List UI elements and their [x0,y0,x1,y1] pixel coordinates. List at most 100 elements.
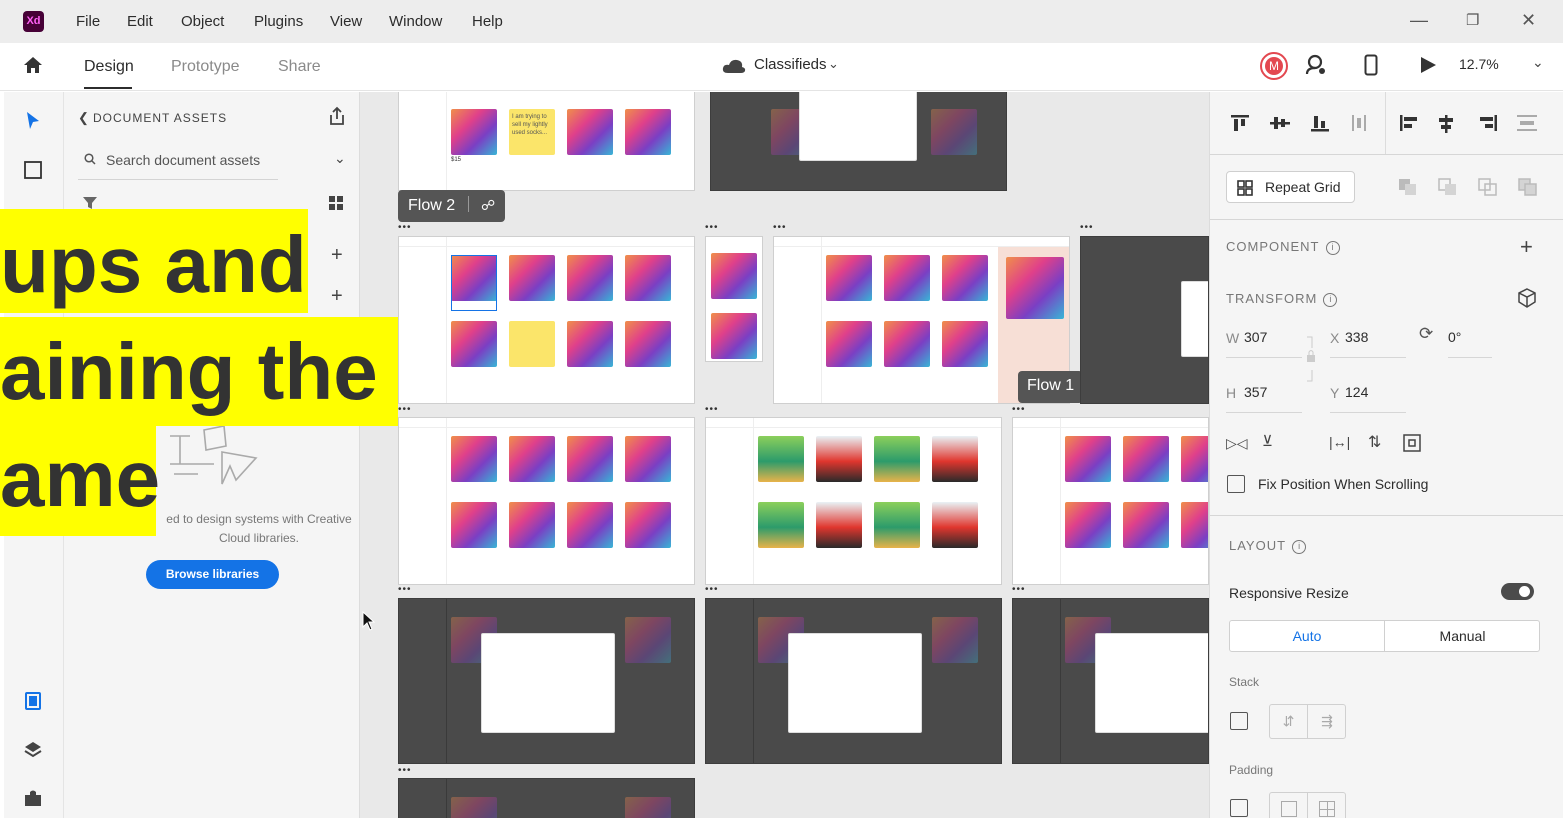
align-left-icon[interactable] [1399,114,1419,132]
avatar[interactable]: M [1260,52,1288,80]
menu-object[interactable]: Object [181,13,224,30]
browse-libraries-button[interactable]: Browse libraries [146,560,279,589]
flip-horizontal-icon[interactable]: ▷◁ [1226,435,1248,452]
filter-icon[interactable] [82,196,98,210]
artboard-create-listing[interactable] [398,598,695,764]
lock-aspect-icon[interactable] [1306,336,1316,382]
info-icon[interactable]: i [1292,540,1307,554]
tab-prototype[interactable]: Prototype [171,58,239,76]
minimize-icon[interactable]: — [1410,10,1428,31]
align-right-icon[interactable] [1478,114,1498,132]
artboard-menu-dots[interactable]: ••• [398,222,412,233]
artboard-menu-dots[interactable]: ••• [773,222,787,233]
zoom-chevron-icon[interactable]: ⌄ [1532,54,1544,71]
repeat-grid-button[interactable]: Repeat Grid [1226,171,1355,203]
plugins-icon[interactable] [23,789,43,807]
search-options-chevron-icon[interactable]: ⌄ [334,150,346,167]
grid-view-icon[interactable] [329,196,343,210]
width-field[interactable]: 307 [1244,329,1267,345]
menu-window[interactable]: Window [389,13,442,30]
y-position-field[interactable]: 124 [1345,384,1368,400]
align-top-icon[interactable] [1230,114,1250,132]
rotation-field[interactable]: 0° [1448,329,1461,345]
align-bottom-icon[interactable] [1310,114,1330,132]
zoom-level[interactable]: 12.7% [1459,56,1499,72]
artboard-menu-dots[interactable]: ••• [705,404,719,415]
manual-option[interactable]: Manual [1385,621,1540,651]
design-canvas[interactable]: I am trying to sell my lightly used sock… [360,92,1209,818]
stack-vertical-icon[interactable]: ⇵ [1270,705,1308,738]
padding-uniform-icon[interactable] [1270,793,1308,818]
align-middle-icon[interactable] [1269,114,1291,132]
tab-share[interactable]: Share [278,58,321,76]
artboard-listing[interactable] [398,417,695,585]
artboard-create-listing[interactable] [705,598,1002,764]
fit-height-icon[interactable]: ⇅ [1368,432,1381,452]
auto-option[interactable]: Auto [1230,621,1385,651]
search-input[interactable]: Search document assets [78,144,278,180]
artboard-menu-dots[interactable]: ••• [1080,222,1094,233]
artboard-create-listing[interactable] [1012,598,1209,764]
add-character-style-icon[interactable]: + [331,285,343,308]
artboard[interactable] [398,778,695,818]
add-color-icon[interactable]: + [331,244,343,267]
artboard-menu-dots[interactable]: ••• [398,765,412,776]
distribute-vertical-icon[interactable] [1351,114,1367,132]
artboard-menu-dots[interactable]: ••• [705,222,719,233]
menu-file[interactable]: File [76,13,100,30]
add-component-icon[interactable]: + [1520,234,1533,260]
boolean-intersect-icon[interactable] [1478,178,1498,196]
artboard[interactable]: I am trying to sell my lightly used sock… [398,92,695,191]
artboard[interactable] [1080,236,1209,404]
artboard-toys[interactable] [705,417,1002,585]
distribute-horizontal-icon[interactable] [1516,114,1538,132]
padding-checkbox[interactable] [1230,799,1248,817]
close-icon[interactable]: ✕ [1521,10,1536,31]
artboard-menu-dots[interactable]: ••• [398,584,412,595]
share-assets-icon[interactable] [328,106,346,126]
artboard-menu-dots[interactable]: ••• [705,584,719,595]
device-preview-icon[interactable] [1364,54,1378,76]
tab-design[interactable]: Design [84,58,134,76]
link-icon[interactable]: ☍ [481,197,495,213]
align-center-icon[interactable] [1437,114,1455,134]
flow-1-badge[interactable]: Flow 1 [1018,371,1084,403]
layers-icon[interactable] [23,740,43,760]
fit-content-icon[interactable] [1403,434,1421,452]
artboard[interactable] [710,92,1007,191]
menu-help[interactable]: Help [472,13,503,30]
selection-box[interactable] [451,255,497,311]
boolean-exclude-icon[interactable] [1518,178,1538,196]
boolean-subtract-icon[interactable] [1438,178,1458,196]
boolean-add-icon[interactable] [1398,178,1418,196]
artboard-menu-dots[interactable]: ••• [1012,404,1026,415]
padding-individual-icon[interactable] [1308,793,1346,818]
menu-plugins[interactable]: Plugins [254,13,303,30]
responsive-resize-toggle[interactable] [1501,583,1534,600]
play-icon[interactable] [1419,56,1437,74]
invite-user-icon[interactable] [1305,54,1327,76]
3d-transform-icon[interactable] [1518,288,1536,308]
flow-2-badge[interactable]: Flow 2 ☍ [398,190,506,222]
artboard-menu-dots[interactable]: ••• [398,404,412,415]
artboard-mobile[interactable] [705,236,763,362]
rectangle-tool-icon[interactable] [23,160,43,180]
fix-position-checkbox[interactable] [1227,475,1245,493]
artboard-menu-dots[interactable]: ••• [1012,584,1026,595]
select-tool-icon[interactable] [24,110,42,132]
info-icon[interactable]: i [1323,293,1338,307]
assets-panel-icon[interactable] [23,691,43,711]
height-field[interactable]: 357 [1244,384,1267,400]
menu-view[interactable]: View [330,13,362,30]
x-position-field[interactable]: 338 [1345,329,1368,345]
back-chevron-icon[interactable]: ❮ [78,110,89,126]
artboard-classifieds-home[interactable] [398,236,695,404]
artboard-listing[interactable] [1012,417,1209,585]
restore-icon[interactable]: ❐ [1466,11,1479,29]
stack-horizontal-icon[interactable]: ⇶ [1308,705,1346,738]
info-icon[interactable]: i [1325,241,1340,255]
fit-width-icon[interactable]: |↔| [1329,434,1350,450]
home-icon[interactable] [22,55,44,75]
menu-edit[interactable]: Edit [127,13,153,30]
stack-checkbox[interactable] [1230,712,1248,730]
